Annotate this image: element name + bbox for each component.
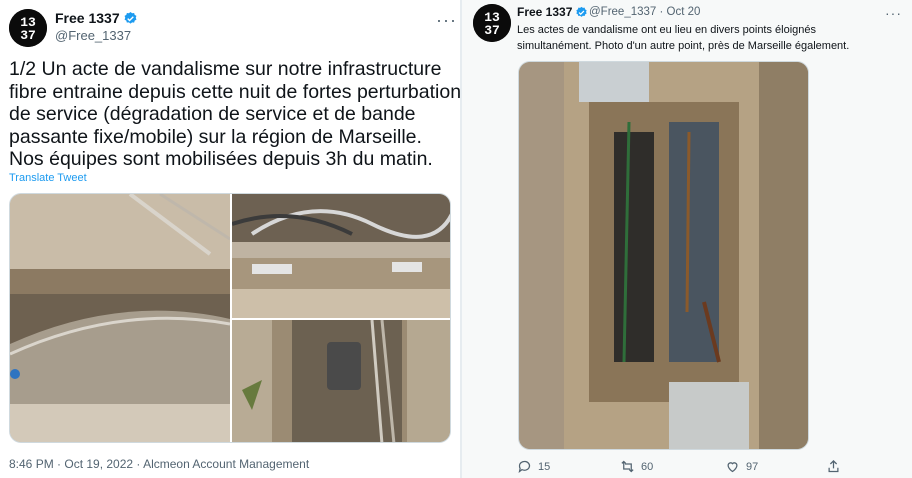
tweet-line: fibre entraine depuis cette nuit de fort…	[9, 80, 471, 103]
tweet-line: passante fixe/mobile) sur la région de M…	[9, 125, 422, 148]
retweet-icon	[621, 460, 634, 473]
author-name-text: Free 1337	[55, 10, 120, 26]
tweet-line: simultanément. Photo d'un autre point, p…	[517, 39, 850, 52]
like-button[interactable]: 97	[725, 459, 758, 474]
author-handle[interactable]: @Free_1337	[55, 28, 131, 43]
verified-badge-icon	[576, 6, 588, 17]
photo-3[interactable]	[232, 320, 450, 442]
svg-text:37: 37	[484, 23, 500, 38]
tweet-line: Les actes de vandalisme ont eu lieu en d…	[517, 24, 817, 36]
verified-badge-icon	[124, 11, 137, 24]
tweet-timestamp[interactable]: 8:46 PM · Oct 19, 2022 · Alcmeon Account…	[9, 457, 309, 471]
splice-box-image	[232, 320, 450, 442]
share-button[interactable]	[826, 459, 841, 474]
reply-button[interactable]: 15	[517, 459, 550, 474]
logo-icon: 13 37	[9, 9, 47, 47]
photo-2[interactable]	[232, 194, 450, 318]
avatar[interactable]: 13 37	[473, 4, 511, 42]
media-grid	[9, 193, 451, 443]
tweet-line: Nos équipes sont mobilisées depuis 3h du…	[9, 148, 433, 170]
concrete-pit-image	[10, 194, 230, 442]
tweet-line: 1/2 Un acte de vandalisme sur notre infr…	[9, 58, 442, 80]
author-handle[interactable]: @Free_1337 · Oct 20	[589, 6, 700, 18]
retweet-button[interactable]: 60	[620, 459, 653, 474]
left-tweet: 13 37 Free 1337 @Free_1337 ··· 1/2 Un ac…	[0, 0, 471, 478]
heart-icon	[727, 462, 738, 473]
vandalized-trench-image	[519, 62, 808, 449]
tweet-line: de service (dégradation de service et de…	[9, 103, 416, 125]
cable-duct-image	[232, 194, 450, 318]
share-icon	[828, 459, 839, 473]
retweet-count: 60	[641, 460, 654, 473]
author-name[interactable]: Free 1337	[55, 10, 138, 26]
translate-tweet-link[interactable]: Translate Tweet	[9, 172, 87, 184]
photo-1[interactable]	[10, 194, 230, 442]
photo-main[interactable]	[518, 61, 809, 450]
more-options-icon[interactable]: ···	[885, 6, 902, 20]
logo-icon: 13 37	[473, 4, 511, 42]
avatar[interactable]: 13 37	[9, 9, 47, 47]
like-count: 97	[746, 460, 759, 473]
more-options-icon[interactable]: ···	[436, 11, 457, 29]
tweet-text: 1/2 Un acte de vandalisme sur notre infr…	[9, 58, 471, 171]
svg-text:37: 37	[20, 28, 36, 43]
author-name-text: Free 1337	[517, 5, 573, 19]
reply-icon	[518, 460, 531, 473]
reply-count: 15	[538, 460, 551, 473]
author-name[interactable]: Free 1337	[517, 5, 588, 19]
tweet-text: Les actes de vandalisme ont eu lieu en d…	[517, 23, 897, 54]
